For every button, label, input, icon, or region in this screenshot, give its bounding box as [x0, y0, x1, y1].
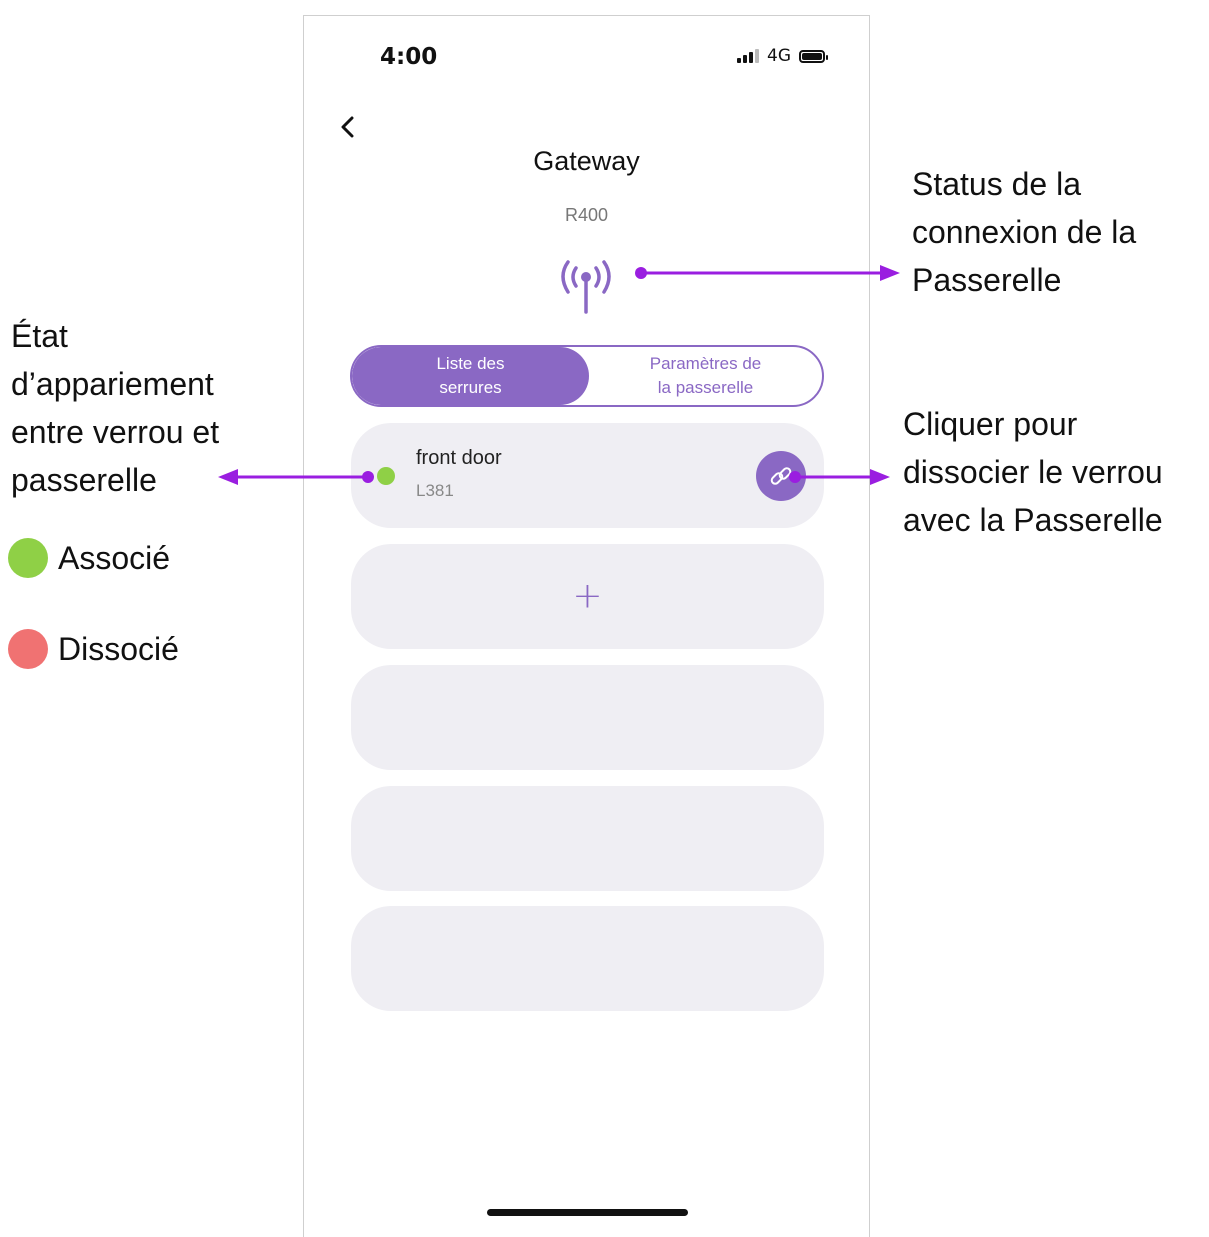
- legend-associated: Associé: [8, 538, 170, 578]
- status-time: 4:00: [380, 44, 438, 70]
- legend-dot-red: [8, 629, 48, 669]
- battery-icon: [799, 49, 828, 63]
- legend-label: Dissocié: [58, 630, 179, 667]
- network-type: 4G: [767, 46, 791, 66]
- gateway-connection-status-icon: [554, 256, 618, 316]
- lock-model: L381: [416, 481, 454, 500]
- page-title: Gateway: [533, 146, 640, 176]
- add-lock-card[interactable]: +: [351, 544, 824, 649]
- add-lock-button[interactable]: +: [572, 575, 602, 616]
- legend-label: Associé: [58, 539, 171, 576]
- annotation-pairing-state: État d’appariement entre verrou et passe…: [11, 318, 220, 498]
- annotation-unlink-hint: Cliquer pour dissocier le verrou avec la…: [903, 406, 1163, 538]
- status-indicators: 4G: [737, 46, 828, 66]
- empty-slot: [351, 906, 824, 1011]
- legend-dot-green: [8, 538, 48, 578]
- phone-screen: 4:00 4G Gateway R400 Liste des serrures …: [303, 15, 870, 1237]
- pairing-status-dot: [377, 467, 395, 485]
- legend-dissociated: Dissocié: [8, 629, 179, 669]
- lock-name: front door: [416, 447, 502, 469]
- annotation-connection-status: Status de la connexion de la Passerelle: [912, 166, 1137, 298]
- tab-lock-list[interactable]: Liste des serrures: [352, 347, 589, 405]
- empty-slot: [351, 665, 824, 770]
- signal-icon: [737, 49, 759, 63]
- back-button[interactable]: [336, 112, 360, 142]
- empty-slot: [351, 786, 824, 891]
- tab-gateway-settings[interactable]: Paramètres de la passerelle: [589, 347, 822, 405]
- view-switcher: Liste des serrures Paramètres de la pass…: [350, 345, 824, 407]
- lock-card[interactable]: front door L381: [351, 423, 824, 528]
- unlink-lock-button[interactable]: [756, 451, 806, 501]
- gateway-model: R400: [564, 205, 609, 225]
- home-indicator: [487, 1209, 688, 1216]
- chevron-left-icon: [341, 116, 354, 138]
- link-icon: [770, 467, 792, 485]
